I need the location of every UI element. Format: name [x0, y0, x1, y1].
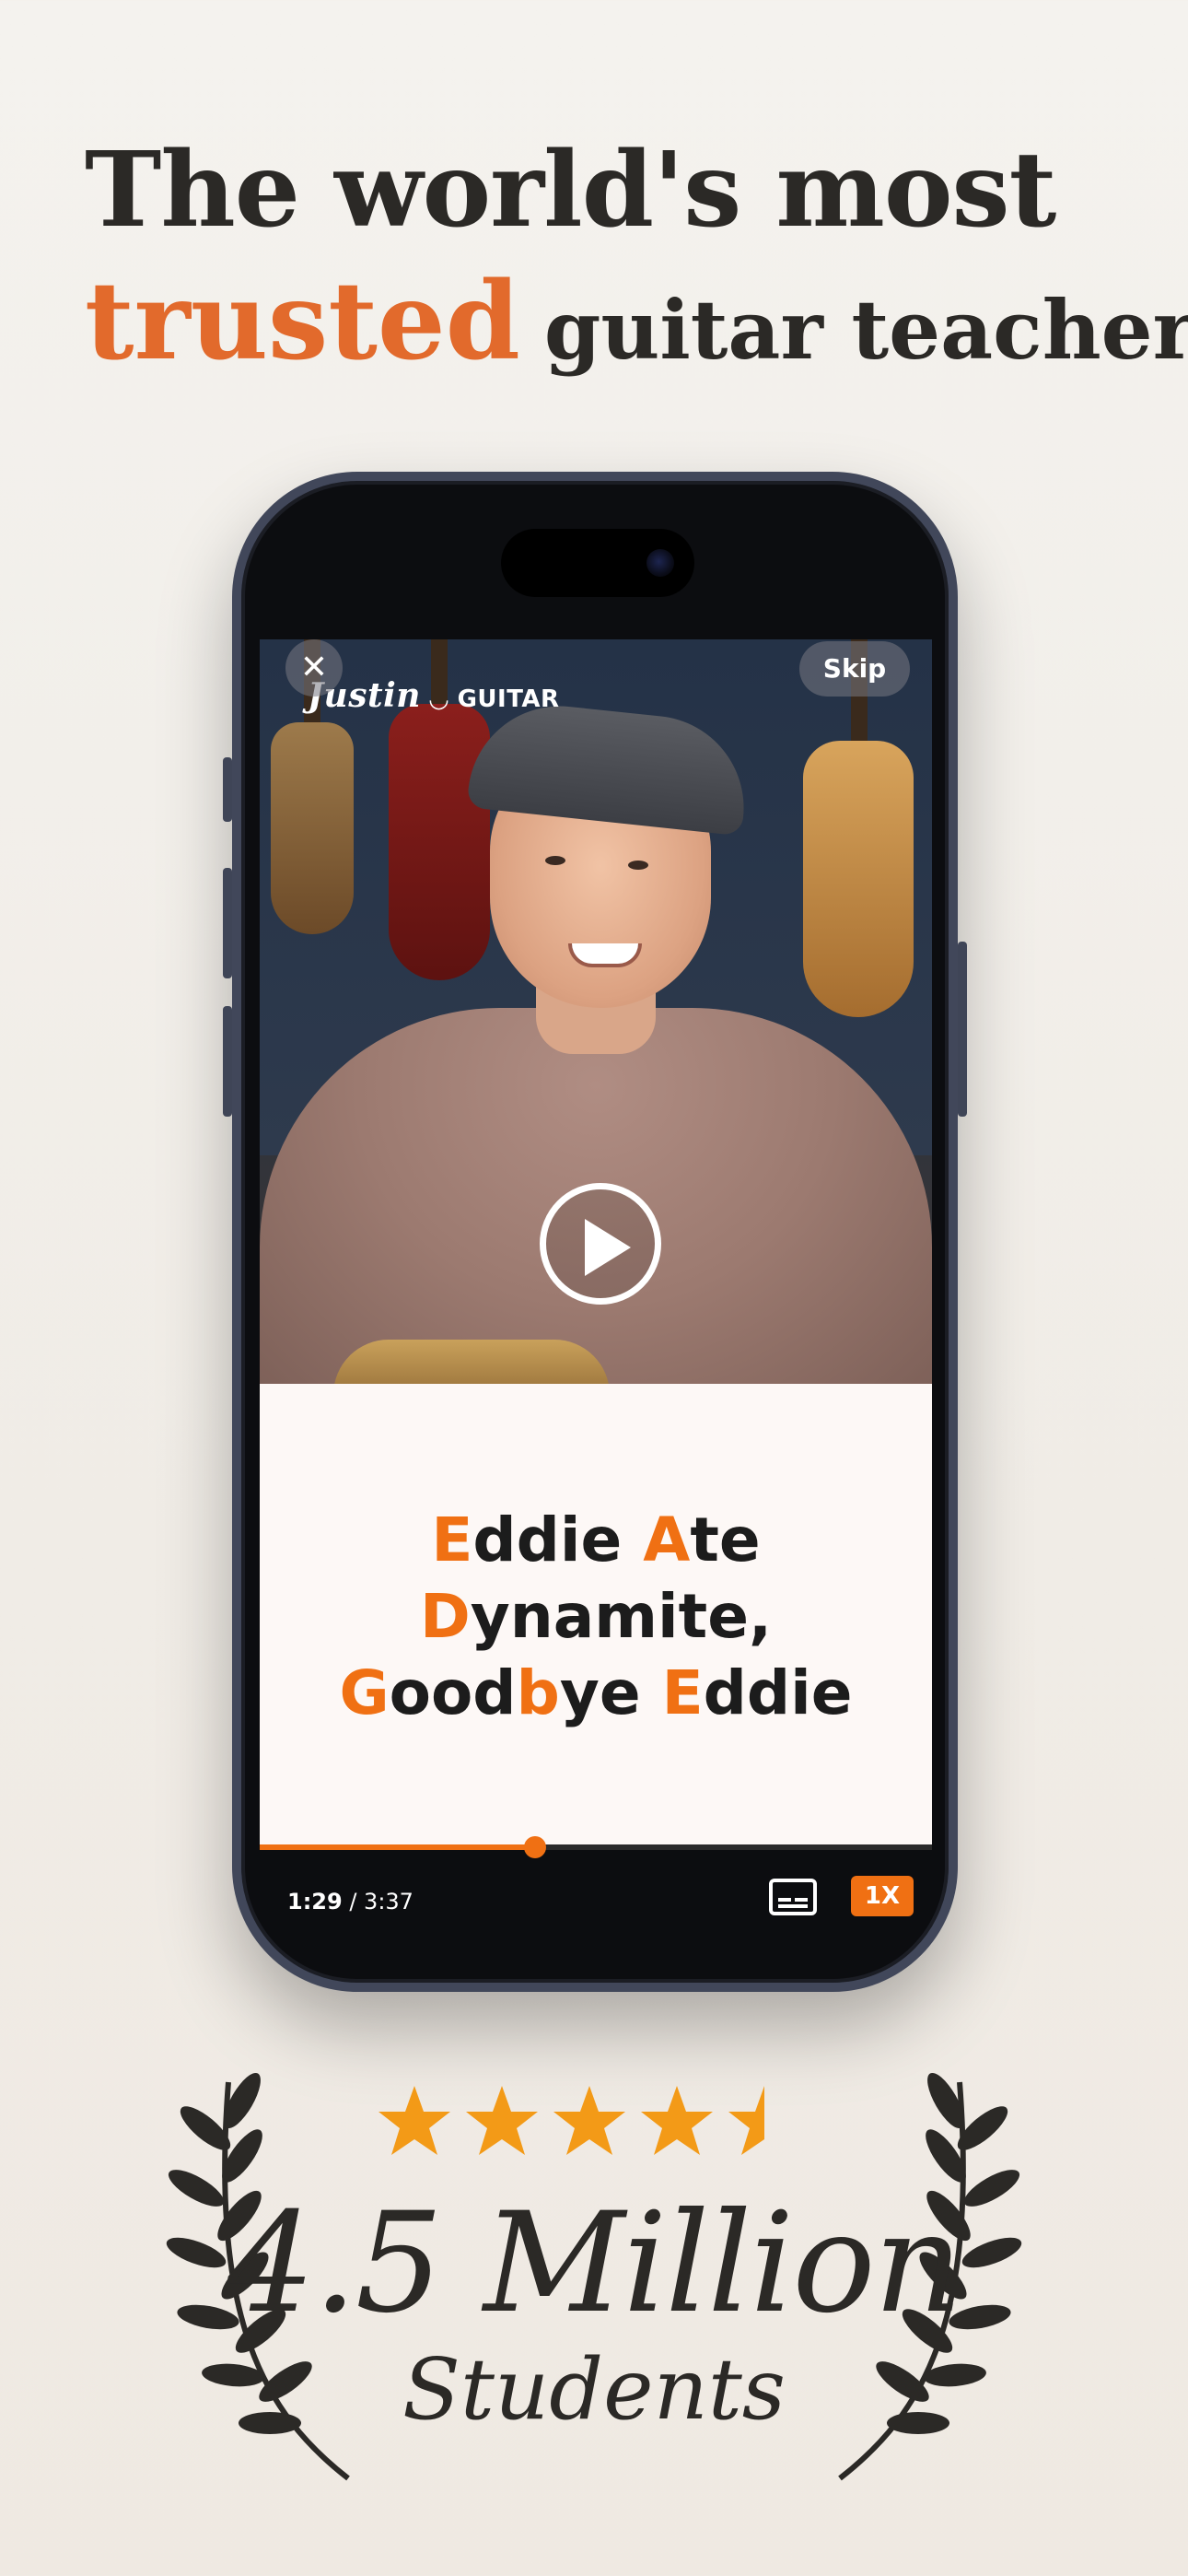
star-icon — [641, 2086, 713, 2155]
headline-accent-word: trusted — [85, 259, 520, 385]
captions-icon[interactable] — [768, 1878, 818, 1916]
lyrics-line-3: Goodbye Eddie — [260, 1655, 932, 1731]
progress-fill — [260, 1844, 535, 1850]
phone-action-button — [223, 757, 232, 822]
star-icon — [379, 2086, 450, 2155]
lyric-highlight: G — [339, 1657, 390, 1729]
star-rating — [378, 2084, 801, 2167]
phone-volume-up-button — [223, 868, 232, 978]
phone-power-button — [958, 942, 967, 1117]
lyric-text: ye — [559, 1657, 662, 1729]
lyric-highlight: A — [643, 1505, 691, 1575]
front-camera — [646, 549, 674, 577]
progress-handle[interactable] — [524, 1836, 546, 1858]
presenter-eye — [545, 856, 565, 865]
time-display: 1:29 / 3:37 — [287, 1889, 413, 1914]
lyric-text: te — [690, 1505, 761, 1575]
rating-section: 4.5 Million Students — [0, 2064, 1188, 2506]
phone-mockup: Justin ◡ GUITAR Eddie Ate Dynamite, Good… — [223, 472, 967, 1992]
lyric-highlight: E — [661, 1657, 704, 1729]
skip-button[interactable]: Skip — [799, 641, 910, 697]
lyric-highlight: b — [516, 1657, 560, 1729]
wall-guitar — [271, 722, 354, 934]
headline: The world's most trusted guitar teacher. — [85, 129, 1188, 387]
wall-guitar — [803, 741, 914, 1017]
lyrics-card: Eddie Ate Dynamite, Goodbye Eddie — [260, 1384, 932, 1844]
current-time: 1:29 — [287, 1889, 343, 1914]
lyric-text: ynamite, — [470, 1581, 773, 1653]
headline-line-2: trusted guitar teacher. — [85, 258, 1188, 386]
close-icon: ✕ — [299, 649, 329, 686]
wall-guitar — [389, 704, 490, 980]
phone-volume-down-button — [223, 1006, 232, 1117]
presenter-eye — [628, 861, 648, 870]
headline-line-1: The world's most — [85, 130, 1056, 251]
phone-screen: Justin ◡ GUITAR Eddie Ate Dynamite, Good… — [260, 639, 932, 1844]
students-label: Students — [402, 2340, 786, 2439]
lyric-text: ddie — [472, 1505, 644, 1575]
presenter-guitar — [333, 1340, 610, 1384]
star-icon — [466, 2086, 538, 2155]
star-icon — [553, 2086, 625, 2155]
play-button[interactable] — [540, 1183, 661, 1305]
playback-speed-button[interactable]: 1X — [851, 1876, 914, 1916]
video-top-bar: ✕ Skip — [260, 639, 932, 732]
lyric-highlight: D — [419, 1581, 471, 1653]
lyric-text: ddie — [703, 1657, 853, 1729]
duration: 3:37 — [364, 1889, 413, 1914]
video-player[interactable]: Justin ◡ GUITAR — [260, 639, 932, 1384]
lyrics-line-2: Dynamite, — [260, 1578, 932, 1655]
time-separator: / — [342, 1889, 365, 1914]
headline-rest: guitar teacher. — [543, 282, 1188, 379]
play-icon — [585, 1219, 631, 1276]
lyric-text: ood — [389, 1657, 517, 1729]
lyrics-line-1: Eddie Ate — [260, 1502, 932, 1578]
students-count: 4.5 Million — [227, 2184, 963, 2344]
lyric-highlight: E — [431, 1505, 473, 1575]
star-icon — [728, 2086, 764, 2155]
player-controls: 1:29 / 3:37 1X — [260, 1836, 932, 1964]
close-button[interactable]: ✕ — [285, 639, 343, 697]
